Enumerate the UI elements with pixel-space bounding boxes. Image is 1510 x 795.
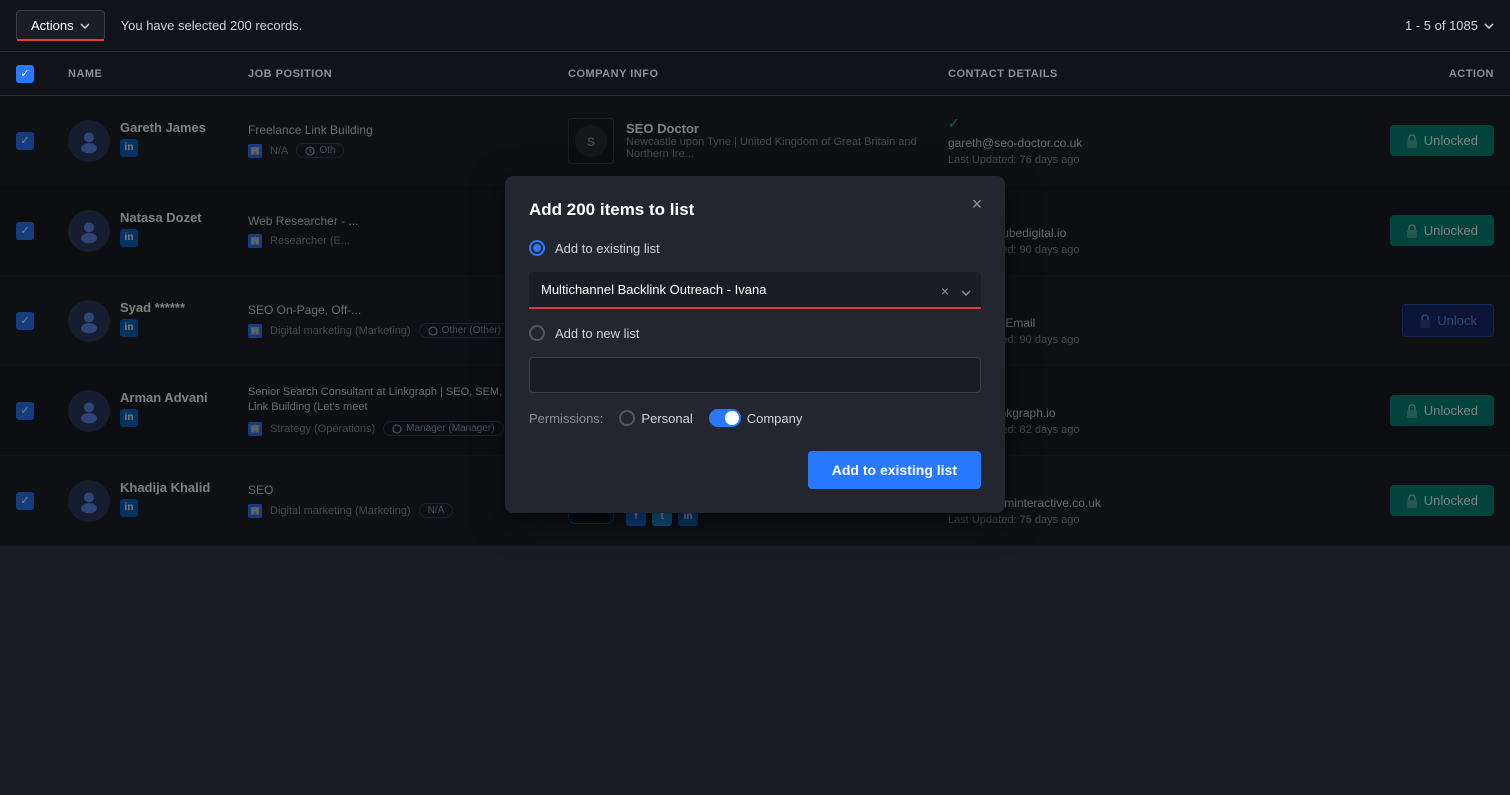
radio-existing-icon [529, 240, 545, 256]
perm-company-label: Company [747, 411, 803, 426]
new-list-input[interactable] [529, 357, 981, 393]
pagination-text: 1 - 5 of 1085 [1405, 18, 1478, 33]
perm-company-option[interactable]: Company [709, 409, 803, 427]
modal-submit-button[interactable]: Add to existing list [808, 451, 981, 489]
table-body: ✓ Gareth James in Freelance Link Buildin… [0, 96, 1510, 546]
select-all-checkbox[interactable]: ✓ [16, 65, 34, 83]
col-check-header: ✓ [16, 65, 68, 83]
perm-personal-option[interactable]: Personal [619, 410, 692, 426]
radio-existing-list[interactable]: Add to existing list [529, 240, 981, 256]
col-name-header: NAME [68, 68, 248, 80]
selected-message: You have selected 200 records. [121, 18, 303, 33]
radio-new-label: Add to new list [555, 326, 640, 341]
modal: Add 200 items to list × Add to existing … [505, 176, 1005, 513]
dropdown-clear-button[interactable]: × [941, 283, 949, 299]
pagination: 1 - 5 of 1085 [1405, 18, 1494, 33]
modal-overlay: Add 200 items to list × Add to existing … [0, 96, 1510, 546]
actions-button[interactable]: Actions [16, 10, 105, 41]
col-company-header: COMPANY INFO [568, 68, 948, 80]
radio-existing-label: Add to existing list [555, 241, 660, 256]
modal-title: Add 200 items to list [529, 200, 981, 220]
col-job-header: JOB POSITION [248, 68, 568, 80]
col-action-header: ACTION [1228, 68, 1494, 80]
chevron-down-icon [80, 23, 90, 29]
top-bar-left: Actions You have selected 200 records. [16, 10, 302, 41]
modal-close-button[interactable]: × [965, 192, 989, 216]
top-bar: Actions You have selected 200 records. 1… [0, 0, 1510, 52]
column-headers: ✓ NAME JOB POSITION COMPANY INFO CONTACT… [0, 52, 1510, 96]
perm-company-toggle[interactable] [709, 409, 741, 427]
permissions-label: Permissions: [529, 411, 603, 426]
actions-label: Actions [31, 18, 74, 33]
pagination-chevron-icon [1484, 23, 1494, 29]
dropdown-row: × [529, 272, 981, 309]
col-contact-header: CONTACT DETAILS [948, 68, 1228, 80]
existing-list-dropdown[interactable] [529, 272, 981, 309]
radio-new-icon [529, 325, 545, 341]
dropdown-arrow-button[interactable] [961, 283, 971, 299]
permissions-row: Permissions: Personal Company [529, 409, 981, 427]
radio-new-list[interactable]: Add to new list [529, 325, 981, 341]
perm-personal-radio [619, 410, 635, 426]
perm-personal-label: Personal [641, 411, 692, 426]
